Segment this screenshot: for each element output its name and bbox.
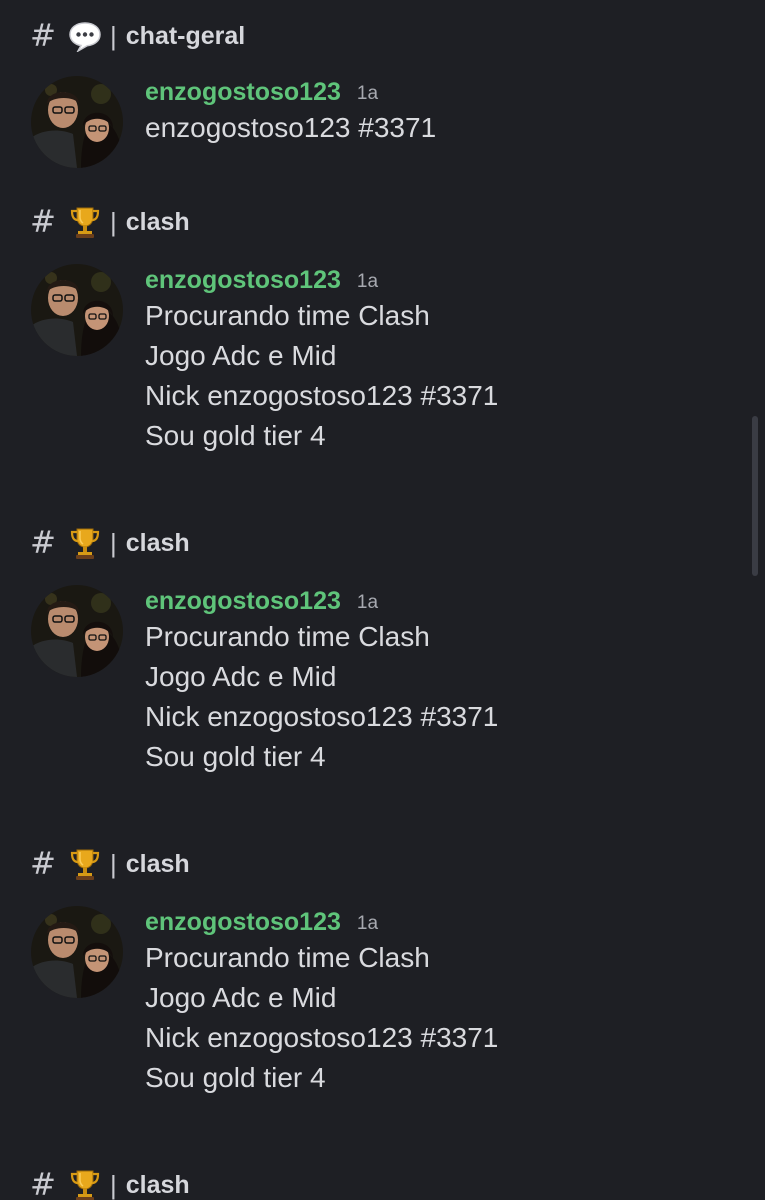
timestamp: 1a	[356, 271, 379, 292]
message-line: Nick enzogostoso123 #3371	[145, 701, 499, 732]
channel-name: clash	[125, 529, 190, 557]
channel-link[interactable]: # | clash	[30, 525, 190, 561]
message-line: Procurando time Clash	[145, 300, 430, 331]
message-line: Jogo Adc e Mid	[145, 982, 337, 1013]
channel-separator: |	[110, 528, 117, 558]
message-line: Nick enzogostoso123 #3371	[145, 380, 499, 411]
channel-link[interactable]: # | clash	[30, 846, 190, 882]
avatar[interactable]	[31, 585, 123, 677]
channel-separator: |	[110, 207, 117, 237]
channel-separator: |	[110, 1170, 117, 1200]
channel-hash-icon: #	[30, 525, 56, 561]
channel-name: clash	[125, 208, 190, 236]
trophy-icon	[68, 1168, 102, 1200]
message-line: Jogo Adc e Mid	[145, 340, 337, 371]
message-meta: enzogostoso123 1a	[145, 76, 725, 108]
channel-name: clash	[125, 850, 190, 878]
message-line: Jogo Adc e Mid	[145, 661, 337, 692]
timestamp: 1a	[356, 83, 379, 104]
trophy-icon	[68, 205, 102, 239]
message-body: enzogostoso123 1a Procurando time Clash …	[145, 264, 725, 456]
trophy-icon	[68, 847, 102, 881]
message-line: Sou gold tier 4	[145, 741, 326, 772]
trophy-icon	[68, 526, 102, 560]
avatar[interactable]	[31, 906, 123, 998]
speech-balloon-icon	[68, 19, 102, 53]
message-body: enzogostoso123 1a enzogostoso123 #3371	[145, 76, 725, 148]
channel-name: clash	[125, 1171, 190, 1199]
timestamp: 1a	[356, 913, 379, 934]
channel-hash-icon: #	[30, 1167, 56, 1200]
message-line: Nick enzogostoso123 #3371	[145, 1022, 499, 1053]
avatar[interactable]	[31, 264, 123, 356]
message-meta: enzogostoso123 1a	[145, 585, 725, 617]
message-body: enzogostoso123 1a Procurando time Clash …	[145, 585, 725, 777]
avatar[interactable]	[31, 76, 123, 168]
message-meta: enzogostoso123 1a	[145, 906, 725, 938]
channel-separator: |	[110, 21, 117, 51]
timestamp: 1a	[356, 592, 379, 613]
channel-name: chat-geral	[125, 22, 246, 50]
username[interactable]: enzogostoso123	[145, 908, 341, 937]
username[interactable]: enzogostoso123	[145, 78, 341, 107]
message-line: Procurando time Clash	[145, 942, 430, 973]
channel-hash-icon: #	[30, 846, 56, 882]
username[interactable]: enzogostoso123	[145, 587, 341, 616]
message-line: Sou gold tier 4	[145, 420, 326, 451]
channel-link[interactable]: # | clash	[30, 204, 190, 240]
message-line: enzogostoso123 #3371	[145, 112, 437, 143]
username[interactable]: enzogostoso123	[145, 266, 341, 295]
scrollbar-thumb[interactable]	[752, 416, 758, 576]
channel-link[interactable]: # | chat-geral	[30, 18, 245, 54]
channel-link[interactable]: # | clash	[30, 1167, 190, 1200]
message-feed: # | chat-geral enzogostoso123 1a enzogos…	[0, 0, 765, 1200]
channel-separator: |	[110, 849, 117, 879]
message-meta: enzogostoso123 1a	[145, 264, 725, 296]
message-line: Procurando time Clash	[145, 621, 430, 652]
message-line: Sou gold tier 4	[145, 1062, 326, 1093]
channel-hash-icon: #	[30, 18, 56, 54]
channel-hash-icon: #	[30, 204, 56, 240]
message-body: enzogostoso123 1a Procurando time Clash …	[145, 906, 725, 1098]
